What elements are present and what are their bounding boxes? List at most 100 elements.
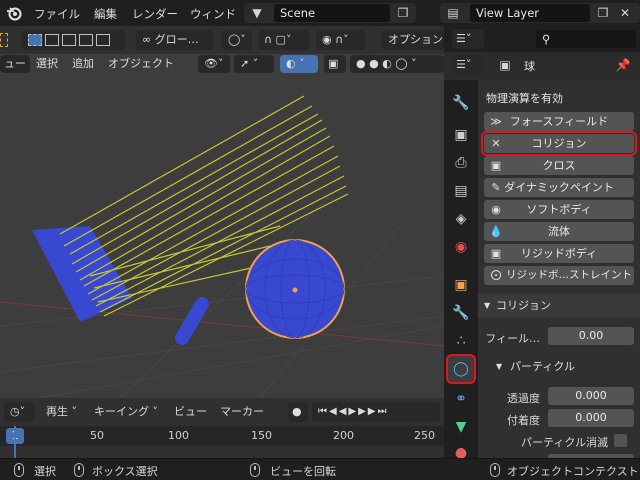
dynamic-paint-icon: ✎ bbox=[491, 181, 501, 194]
fluid-button[interactable]: 💧 流体 bbox=[484, 222, 634, 241]
rigid-body-constraint-label: リジッドボ…ストレイント bbox=[506, 269, 632, 281]
tab-data[interactable]: ▼ bbox=[448, 414, 474, 440]
collision-panel-title: コリジョン bbox=[496, 299, 551, 312]
kill-particles-checkbox[interactable] bbox=[614, 434, 627, 447]
tab-output[interactable]: ⎙ bbox=[448, 150, 474, 176]
playback-controls[interactable]: ⏮◀◀▶▶▶⏭ bbox=[312, 402, 440, 422]
options-dropdown[interactable]: オプション bbox=[382, 30, 444, 50]
dynamic-paint-button[interactable]: ✎ ダイナミックペイント bbox=[484, 178, 634, 197]
tab-tool[interactable]: 🔧 bbox=[448, 90, 474, 116]
emitter-plane[interactable] bbox=[32, 226, 132, 322]
rigid-body-constraint-button[interactable]: ⨀ リジッドボ…ストレイント bbox=[484, 266, 634, 285]
right-mouse-icon bbox=[490, 463, 500, 477]
xray-toggle[interactable]: ▣ bbox=[324, 55, 346, 73]
tab-scene[interactable]: ◈ bbox=[448, 206, 474, 232]
3d-viewport[interactable]: ∞ グロー… ◯˅ ∩ ▢˅ ◉ ∩˅ オプション ュー 選択 追加 オブジェク… bbox=[0, 26, 444, 398]
copy-scene-icon[interactable]: ❐ bbox=[394, 4, 412, 22]
gizmo-dropdown[interactable]: ➚ ˅ bbox=[234, 55, 274, 73]
tab-world[interactable]: ◉ bbox=[448, 234, 474, 260]
list-icon: ☰˅ bbox=[456, 58, 472, 71]
view-menu[interactable]: ュー bbox=[0, 55, 30, 73]
playhead[interactable] bbox=[14, 426, 16, 458]
tick-label: 250 bbox=[414, 429, 435, 442]
field-absorption-label: フィール… bbox=[485, 332, 540, 345]
fluid-label: 流体 bbox=[548, 225, 570, 238]
collision-panel-header[interactable]: ▼ コリジョン bbox=[478, 294, 640, 318]
field-absorption-input[interactable]: 0.00 bbox=[548, 327, 634, 345]
pivot-point-dropdown[interactable]: ◯˅ bbox=[222, 30, 252, 50]
marker-menu[interactable]: マーカー bbox=[214, 402, 270, 422]
tool-icon[interactable] bbox=[0, 30, 12, 50]
status-box-select: ボックス選択 bbox=[92, 465, 158, 478]
stickiness-input[interactable]: 0.000 bbox=[548, 409, 634, 427]
keying-menu[interactable]: キーイング ˅ bbox=[88, 402, 164, 422]
search-icon: ⚲ bbox=[542, 32, 551, 46]
menu-edit[interactable]: 編集 bbox=[94, 6, 117, 22]
view-layer-icon[interactable]: ▤ bbox=[444, 4, 462, 22]
view-menu-timeline[interactable]: ビュー bbox=[168, 402, 213, 422]
tab-physics[interactable]: ◯ bbox=[446, 354, 476, 384]
add-menu[interactable]: 追加 bbox=[66, 55, 100, 73]
rigid-body-button[interactable]: ▣ リジッドボディ bbox=[484, 244, 634, 263]
cloth-button[interactable]: ▣ クロス bbox=[484, 156, 634, 175]
property-search-input[interactable]: ⚲ bbox=[536, 30, 636, 48]
tick-label: 100 bbox=[168, 429, 189, 442]
properties-header: ☰˅ ⚲ bbox=[444, 26, 640, 52]
menu-file[interactable]: ファイル bbox=[34, 6, 80, 22]
object-menu[interactable]: オブジェクト bbox=[102, 55, 180, 73]
tab-particles[interactable]: ∴ bbox=[448, 328, 474, 354]
tab-object[interactable]: ▣ bbox=[448, 272, 474, 298]
world-icon: ◉ bbox=[454, 239, 468, 255]
properties-icon: ☰˅ bbox=[456, 32, 472, 45]
remove-view-layer-icon[interactable]: ✕ bbox=[616, 4, 634, 22]
scene-name-field[interactable]: Scene bbox=[274, 4, 390, 22]
magnet-icon: ∩ ▢˅ bbox=[264, 33, 292, 46]
particle-subpanel-header[interactable]: ▼ パーティクル bbox=[494, 356, 634, 378]
record-button[interactable]: ● bbox=[288, 402, 308, 422]
sphere-object[interactable] bbox=[245, 239, 345, 339]
properties-editor: ☰˅ ⚲ ☰˅ ▣ 球 📌 🔧 ▣ ⎙ ▤ ◈ ◉ ▣ 🔧 ∴ ◯ ⚭ ▼ ● … bbox=[444, 26, 640, 461]
timeline-ruler[interactable]: 1 50 100 150 200 250 bbox=[0, 426, 444, 446]
constraint-icon: ⚭ bbox=[455, 391, 467, 407]
permeability-input[interactable]: 0.000 bbox=[548, 387, 634, 405]
editor-type-dropdown-props[interactable]: ☰˅ bbox=[452, 29, 484, 49]
left-drag-mouse-icon bbox=[74, 463, 84, 477]
timeline: ◷˅ 再生 ˅ キーイング ˅ ビュー マーカー ● ⏮◀◀▶▶▶⏭ 1 50 … bbox=[0, 398, 444, 458]
playback-menu[interactable]: 再生 ˅ bbox=[40, 402, 83, 422]
gizmo-icon: ➚ ˅ bbox=[240, 57, 259, 70]
left-mouse-icon bbox=[14, 463, 24, 477]
collision-button[interactable]: ✕ コリジョン bbox=[481, 131, 637, 156]
overlay-toggle[interactable]: ◐ ˅ bbox=[280, 55, 318, 73]
permeability-label: 透過度 bbox=[507, 392, 540, 405]
visibility-dropdown[interactable]: 👁˅ bbox=[198, 55, 230, 73]
particles-icon: ∴ bbox=[456, 333, 466, 349]
timeline-header: ◷˅ 再生 ˅ キーイング ˅ ビュー マーカー ● ⏮◀◀▶▶▶⏭ bbox=[0, 400, 444, 424]
soft-body-label: ソフトボディ bbox=[526, 203, 592, 216]
pin-icon[interactable]: 📌 bbox=[614, 56, 632, 74]
cylinder-object[interactable] bbox=[175, 297, 209, 345]
tab-view-layer[interactable]: ▤ bbox=[448, 178, 474, 204]
snap-group[interactable]: ∩ ▢˅ bbox=[258, 30, 310, 50]
shading-mode-buttons[interactable]: ● ● ◐ ◯ ˅ bbox=[350, 55, 444, 73]
view-layer-name-field[interactable]: View Layer bbox=[470, 4, 590, 22]
clock-icon: ◷˅ bbox=[10, 405, 26, 418]
object-icon: ▣ bbox=[499, 58, 511, 72]
copy-view-layer-icon[interactable]: ❐ bbox=[594, 4, 612, 22]
tab-render[interactable]: ▣ bbox=[448, 122, 474, 148]
select-menu[interactable]: 選択 bbox=[30, 55, 64, 73]
proportional-editing-group[interactable]: ◉ ∩˅ bbox=[316, 30, 366, 50]
force-field-button[interactable]: ≫ フォースフィールド bbox=[484, 112, 634, 131]
menu-window[interactable]: ウィンド bbox=[190, 6, 236, 22]
keying-label: キーイング bbox=[94, 405, 149, 418]
editor-type-dropdown[interactable]: ◷˅ bbox=[4, 402, 34, 422]
selection-mode-buttons[interactable] bbox=[22, 30, 126, 50]
tab-modifiers[interactable]: 🔧 bbox=[448, 300, 474, 326]
transform-orientation-dropdown[interactable]: ∞ グロー… bbox=[136, 30, 214, 50]
blender-logo-icon[interactable] bbox=[6, 5, 22, 21]
tab-constraints[interactable]: ⚭ bbox=[448, 386, 474, 412]
soft-body-button[interactable]: ◉ ソフトボディ bbox=[484, 200, 634, 219]
floor-grid bbox=[0, 195, 444, 398]
scene-icon[interactable]: ▼ bbox=[248, 4, 266, 22]
menu-render[interactable]: レンダー bbox=[132, 6, 178, 22]
display-mode-dropdown[interactable]: ☰˅ bbox=[452, 55, 484, 75]
